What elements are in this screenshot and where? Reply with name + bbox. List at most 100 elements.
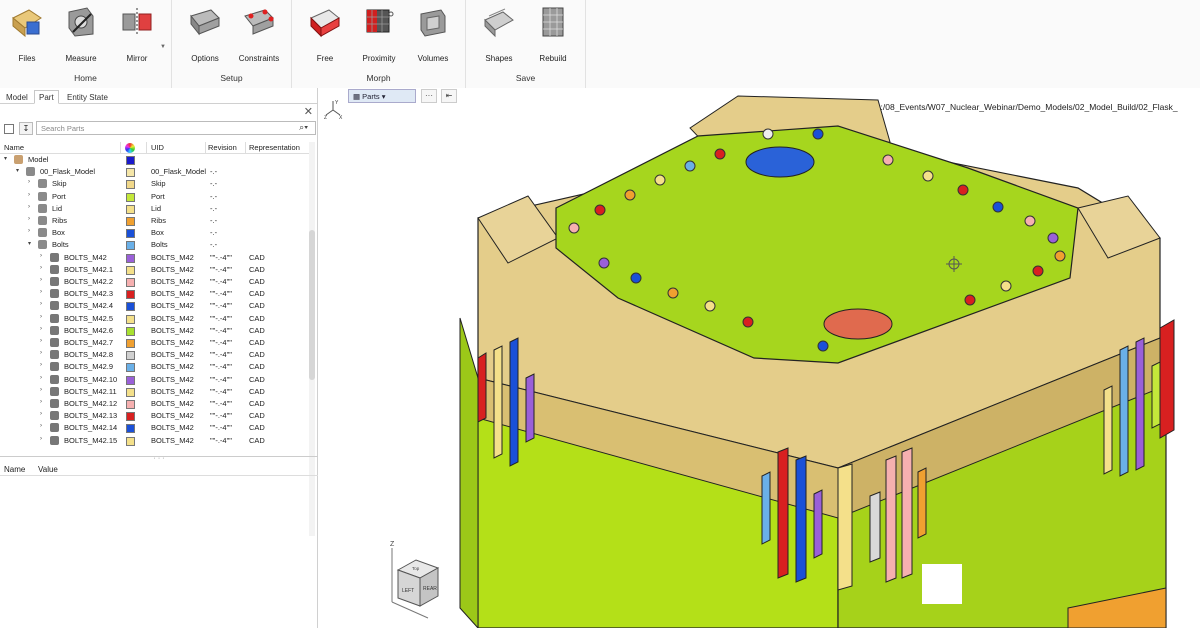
part-color-swatch[interactable]	[126, 278, 135, 287]
tree-row[interactable]: › BOLTS_M42.6 BOLTS_M42 ""-.-4"" CAD	[0, 325, 314, 337]
part-color-swatch[interactable]	[126, 314, 135, 324]
part-color-swatch[interactable]	[126, 192, 135, 202]
collapse-arrow-icon[interactable]: ›	[40, 423, 42, 429]
tree-row[interactable]: › BOLTS_M42.15 BOLTS_M42 ""-.-4"" CAD	[0, 435, 314, 447]
part-color-swatch[interactable]	[126, 363, 135, 373]
col-divider[interactable]	[146, 142, 147, 154]
collapse-arrow-icon[interactable]: ›	[40, 399, 42, 405]
tab-model[interactable]: Model	[1, 90, 33, 104]
expand-arrow-icon[interactable]: ▾	[28, 240, 31, 247]
part-color-swatch[interactable]	[126, 387, 135, 397]
tree-row[interactable]: ▾ Model	[0, 154, 314, 166]
tree-row[interactable]: › Ribs Ribs -.-	[0, 215, 314, 227]
mirror-dropdown-arrow[interactable]: ▼	[160, 44, 166, 50]
close-panel-icon[interactable]: ✕	[304, 105, 313, 118]
part-color-swatch[interactable]	[126, 204, 135, 214]
tree-row[interactable]: › BOLTS_M42.3 BOLTS_M42 ""-.-4"" CAD	[0, 288, 314, 300]
part-color-swatch[interactable]	[126, 156, 135, 165]
tree-row[interactable]: › Skip Skip -.-	[0, 178, 314, 190]
collapse-arrow-icon[interactable]: ›	[40, 362, 42, 368]
collapse-arrow-icon[interactable]: ›	[40, 387, 42, 393]
tree-scrollbar-thumb[interactable]	[309, 230, 315, 380]
part-color-swatch[interactable]	[126, 400, 135, 409]
tree-row[interactable]: › Lid Lid -.-	[0, 203, 314, 215]
view-cube[interactable]: Z Top LEFT REAR	[380, 534, 450, 624]
col-uid-header[interactable]: UID	[151, 143, 164, 152]
part-color-swatch[interactable]	[126, 436, 135, 446]
free-morph-button[interactable]: Free	[298, 4, 352, 63]
tree-row[interactable]: › BOLTS_M42.10 BOLTS_M42 ""-.-4"" CAD	[0, 374, 314, 386]
collapse-arrow-icon[interactable]: ›	[40, 301, 42, 307]
top-port[interactable]	[745, 146, 815, 178]
tree-row[interactable]: › Port Port -.-	[0, 191, 314, 203]
tree-row[interactable]: › BOLTS_M42 BOLTS_M42 ""-.-4"" CAD	[0, 252, 314, 264]
search-parts-input[interactable]: Search Parts	[36, 121, 316, 135]
tree-row[interactable]: › BOLTS_M42.7 BOLTS_M42 ""-.-4"" CAD	[0, 337, 314, 349]
volumes-button[interactable]: Volumes	[406, 4, 460, 63]
collapse-arrow-icon[interactable]: ›	[40, 436, 42, 442]
collapse-arrow-icon[interactable]: ›	[40, 253, 42, 259]
col-name-header[interactable]: Name	[4, 143, 24, 152]
part-color-swatch[interactable]	[126, 290, 135, 300]
part-color-swatch[interactable]	[126, 339, 135, 348]
part-color-swatch[interactable]	[126, 180, 135, 190]
tab-part[interactable]: Part	[34, 90, 59, 104]
files-button[interactable]: Files	[0, 4, 54, 63]
shapes-button[interactable]: Shapes	[472, 4, 526, 63]
col-representation-header[interactable]: Representation	[249, 143, 300, 152]
col-divider[interactable]	[120, 142, 121, 154]
col-divider[interactable]	[205, 142, 206, 154]
box-left-face[interactable]	[459, 317, 479, 628]
part-color-swatch[interactable]	[126, 265, 135, 275]
part-color-swatch[interactable]	[126, 241, 135, 251]
graphics-viewport[interactable]: Y Z X ▦ Parts ▾ ··· ⇤ Model Info: D:/08_…	[318, 88, 1200, 628]
part-color-swatch[interactable]	[126, 375, 135, 385]
tree-row[interactable]: › Box Box -.-	[0, 227, 314, 239]
tab-entity-state[interactable]: Entity State	[62, 90, 113, 104]
selection-box[interactable]	[922, 564, 962, 604]
collapse-arrow-icon[interactable]: ›	[40, 289, 42, 295]
bottom-port[interactable]	[823, 308, 893, 340]
collapse-arrow-icon[interactable]: ›	[28, 179, 30, 185]
tree-row[interactable]: › BOLTS_M42.13 BOLTS_M42 ""-.-4"" CAD	[0, 410, 314, 422]
rebuild-button[interactable]: Rebuild	[526, 4, 580, 63]
collapse-arrow-icon[interactable]: ›	[28, 204, 30, 210]
part-color-swatch[interactable]	[126, 326, 135, 336]
tree-row[interactable]: ▾ 00_Flask_Model 00_Flask_Model -.-	[0, 166, 314, 178]
color-wheel-icon[interactable]	[125, 143, 135, 153]
tree-row[interactable]: › BOLTS_M42.4 BOLTS_M42 ""-.-4"" CAD	[0, 300, 314, 312]
collapse-arrow-icon[interactable]: ›	[40, 338, 42, 344]
collapse-arrow-icon[interactable]: ›	[28, 192, 30, 198]
part-color-swatch[interactable]	[126, 229, 135, 239]
expand-arrow-icon[interactable]: ▾	[16, 167, 19, 174]
part-color-swatch[interactable]	[126, 217, 135, 226]
expand-arrow-icon[interactable]: ▾	[4, 155, 7, 162]
collapse-arrow-icon[interactable]: ›	[40, 411, 42, 417]
search-icon[interactable]: ⌕▾	[299, 122, 308, 133]
tree-row[interactable]: ▾ Bolts Bolts -.-	[0, 239, 314, 251]
col-revision-header[interactable]: Revision	[208, 143, 237, 152]
part-color-swatch[interactable]	[126, 168, 135, 178]
part-color-swatch[interactable]	[126, 412, 135, 422]
collapse-arrow-icon[interactable]: ›	[40, 277, 42, 283]
collapse-arrow-icon[interactable]: ›	[40, 350, 42, 356]
tree-row[interactable]: › BOLTS_M42.11 BOLTS_M42 ""-.-4"" CAD	[0, 386, 314, 398]
tree-row[interactable]: › BOLTS_M42.5 BOLTS_M42 ""-.-4"" CAD	[0, 313, 314, 325]
options-button[interactable]: Options	[178, 4, 232, 63]
collapse-arrow-icon[interactable]: ›	[40, 314, 42, 320]
collapse-arrow-icon[interactable]: ›	[40, 375, 42, 381]
part-color-swatch[interactable]	[126, 253, 135, 263]
collapse-arrow-icon[interactable]: ›	[28, 228, 30, 234]
mirror-button[interactable]: Mirror	[110, 4, 164, 63]
tree-row[interactable]: › BOLTS_M42.8 BOLTS_M42 ""-.-4"" CAD	[0, 349, 314, 361]
tree-toggle-button[interactable]: ↧	[19, 122, 33, 135]
select-all-checkbox[interactable]	[4, 124, 14, 134]
constraints-button[interactable]: Constraints	[232, 4, 286, 63]
tree-row[interactable]: › BOLTS_M42.9 BOLTS_M42 ""-.-4"" CAD	[0, 361, 314, 373]
tree-row[interactable]: › BOLTS_M42.14 BOLTS_M42 ""-.-4"" CAD	[0, 422, 314, 434]
flask-model-render[interactable]	[318, 88, 1200, 628]
part-color-swatch[interactable]	[126, 302, 135, 312]
measure-button[interactable]: Measure	[54, 4, 108, 63]
tree-row[interactable]: › BOLTS_M42.1 BOLTS_M42 ""-.-4"" CAD	[0, 264, 314, 276]
tree-row[interactable]: › BOLTS_M42.2 BOLTS_M42 ""-.-4"" CAD	[0, 276, 314, 288]
